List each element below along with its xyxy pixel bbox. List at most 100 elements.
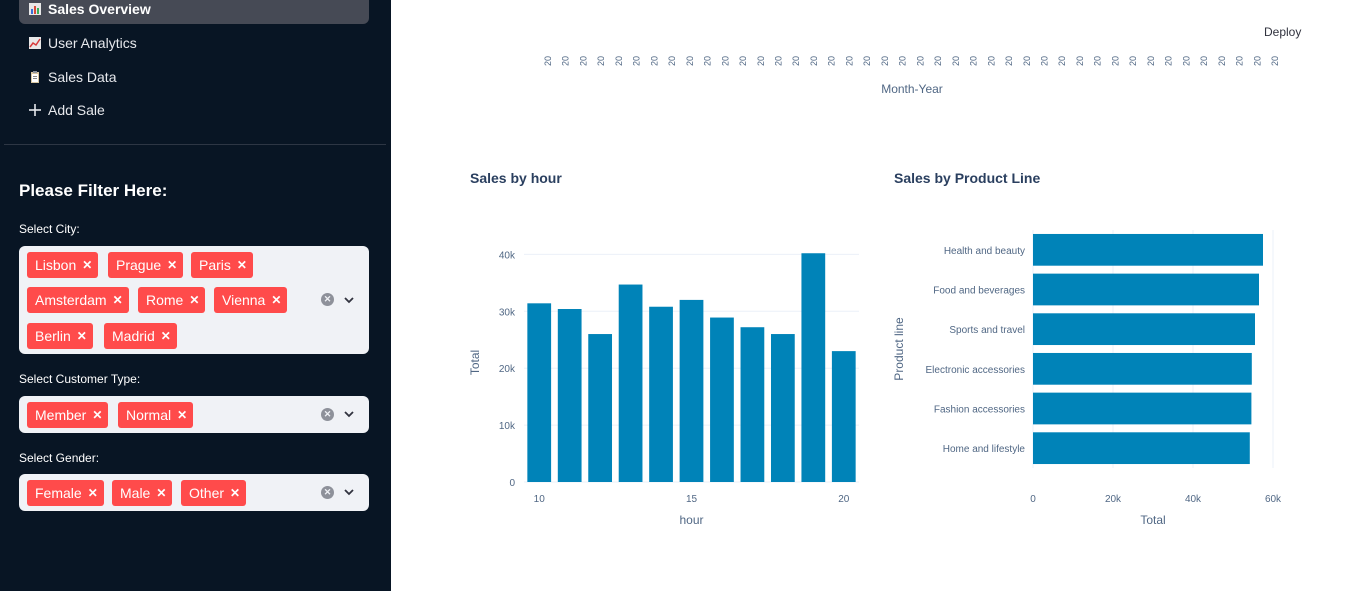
tag-label: Rome xyxy=(146,292,184,308)
city-multiselect[interactable]: Lisbon ✕ Prague ✕ Paris ✕ Amsterdam ✕ Rome ✕ … xyxy=(19,246,369,354)
bar xyxy=(527,303,552,482)
remove-tag-icon[interactable]: ✕ xyxy=(271,293,281,307)
gender-tag[interactable]: Other ✕ xyxy=(181,480,247,506)
x-axis-title: hour xyxy=(679,513,703,527)
tag-label: Normal xyxy=(126,407,172,423)
x-tick-label: 60k xyxy=(1265,494,1282,505)
month-tick-label: 20 xyxy=(862,56,872,66)
month-tick-label: 20 xyxy=(969,56,979,66)
y-tick-label: Electronic accessories xyxy=(926,365,1025,376)
tag-label: Vienna xyxy=(222,292,266,308)
remove-tag-icon[interactable]: ✕ xyxy=(237,258,247,272)
tag-label: Madrid xyxy=(112,328,155,344)
bar xyxy=(557,309,582,482)
city-tag[interactable]: Vienna ✕ xyxy=(214,287,288,313)
chevron-down-icon[interactable] xyxy=(343,486,355,498)
y-tick-label: 10k xyxy=(499,421,516,432)
bar xyxy=(1033,432,1250,465)
chevron-down-icon[interactable] xyxy=(343,294,355,306)
x-tick-label: 40k xyxy=(1185,494,1202,505)
clear-all-icon[interactable]: ✕ xyxy=(321,408,334,421)
sidebar-divider xyxy=(4,144,386,145)
remove-tag-icon[interactable]: ✕ xyxy=(82,258,92,272)
city-tag[interactable]: Madrid ✕ xyxy=(104,323,177,349)
month-tick-label: 20 xyxy=(774,56,784,66)
y-tick-label: 0 xyxy=(509,478,515,489)
bar xyxy=(1033,352,1252,385)
y-tick-label: Fashion accessories xyxy=(934,405,1025,416)
bar xyxy=(1033,233,1263,266)
tag-label: Female xyxy=(35,485,82,501)
sales-by-hour-title: Sales by hour xyxy=(470,170,562,186)
gender-tag[interactable]: Male ✕ xyxy=(112,480,173,506)
month-tick-label: 20 xyxy=(915,56,925,66)
month-tick-label: 20 xyxy=(1040,56,1050,66)
month-tick-label: 20 xyxy=(1022,56,1032,66)
y-tick-label: 40k xyxy=(499,250,516,261)
chevron-down-icon[interactable] xyxy=(343,408,355,420)
bar xyxy=(1033,273,1259,306)
gender-multiselect[interactable]: Female ✕ Male ✕ Other ✕ ✕ xyxy=(19,474,369,511)
bar xyxy=(801,253,826,482)
remove-tag-icon[interactable]: ✕ xyxy=(88,486,98,500)
month-tick-label: 20 xyxy=(827,56,837,66)
month-tick-label: 20 xyxy=(685,56,695,66)
gender-tag[interactable]: Female ✕ xyxy=(27,480,104,506)
customer-type-tag[interactable]: Member ✕ xyxy=(27,402,109,428)
month-tick-label: 20 xyxy=(1181,56,1191,66)
remove-tag-icon[interactable]: ✕ xyxy=(77,329,87,343)
clear-all-icon[interactable]: ✕ xyxy=(321,486,334,499)
month-year-axis-title: Month-Year xyxy=(881,82,943,96)
month-tick-label: 20 xyxy=(1004,56,1014,66)
city-tag[interactable]: Berlin ✕ xyxy=(27,323,93,349)
month-tick-label: 20 xyxy=(1075,56,1085,66)
x-tick-label: 20 xyxy=(838,494,850,505)
city-filter-label: Select City: xyxy=(19,222,80,236)
filter-title: Please Filter Here: xyxy=(19,181,168,200)
x-tick-label: 0 xyxy=(1030,494,1036,505)
bar xyxy=(649,306,673,482)
bar xyxy=(1033,313,1255,346)
month-tick-label: 20 xyxy=(543,56,553,66)
city-tag[interactable]: Paris ✕ xyxy=(191,252,253,278)
remove-tag-icon[interactable]: ✕ xyxy=(189,293,199,307)
customer-type-multiselect[interactable]: Member ✕ Normal ✕ ✕ xyxy=(19,396,369,433)
customer-type-tag[interactable]: Normal ✕ xyxy=(118,402,194,428)
month-tick-label: 20 xyxy=(756,56,766,66)
sales-by-product-line-title: Sales by Product Line xyxy=(894,170,1041,186)
bar xyxy=(770,334,795,482)
x-tick-label: 20k xyxy=(1105,494,1122,505)
month-tick-label: 20 xyxy=(579,56,589,66)
tag-label: Member xyxy=(35,407,87,423)
month-tick-label: 20 xyxy=(1235,56,1245,66)
month-tick-label: 20 xyxy=(933,56,943,66)
clear-all-icon[interactable]: ✕ xyxy=(321,293,334,306)
month-tick-label: 20 xyxy=(561,56,571,66)
sales-by-product-line-chart: 0 20k 40k 60k Health and beauty Food and beve… xyxy=(892,230,1282,527)
bar xyxy=(710,317,734,482)
month-tick-label: 20 xyxy=(703,56,713,66)
city-tag[interactable]: Lisbon ✕ xyxy=(27,252,99,278)
month-tick-label: 20 xyxy=(986,56,996,66)
city-tag[interactable]: Rome ✕ xyxy=(138,287,206,313)
month-tick-label: 20 xyxy=(844,56,854,66)
month-year-axis: 20 20 20 20 20 20 20 20 20 20 20 20 20 20 20 20 20 20 20 20… xyxy=(543,56,1280,96)
remove-tag-icon[interactable]: ✕ xyxy=(230,486,240,500)
y-tick-label: 30k xyxy=(499,307,516,318)
city-tag[interactable]: Prague ✕ xyxy=(108,252,184,278)
city-tag[interactable]: Amsterdam ✕ xyxy=(27,287,129,313)
remove-tag-icon[interactable]: ✕ xyxy=(156,486,166,500)
month-tick-label: 20 xyxy=(632,56,642,66)
month-tick-label: 20 xyxy=(880,56,890,66)
remove-tag-icon[interactable]: ✕ xyxy=(161,329,171,343)
month-tick-label: 20 xyxy=(791,56,801,66)
month-tick-label: 20 xyxy=(720,56,730,66)
remove-tag-icon[interactable]: ✕ xyxy=(92,408,102,422)
remove-tag-icon[interactable]: ✕ xyxy=(113,293,123,307)
remove-tag-icon[interactable]: ✕ xyxy=(177,408,187,422)
tag-label: Prague xyxy=(116,257,162,273)
sales-by-hour-chart: 0 10k 20k 30k 40k 10 15 20 hour Total xyxy=(468,250,859,527)
month-tick-label: 20 xyxy=(1110,56,1120,66)
y-tick-label: Home and lifestyle xyxy=(943,444,1026,455)
remove-tag-icon[interactable]: ✕ xyxy=(167,258,177,272)
